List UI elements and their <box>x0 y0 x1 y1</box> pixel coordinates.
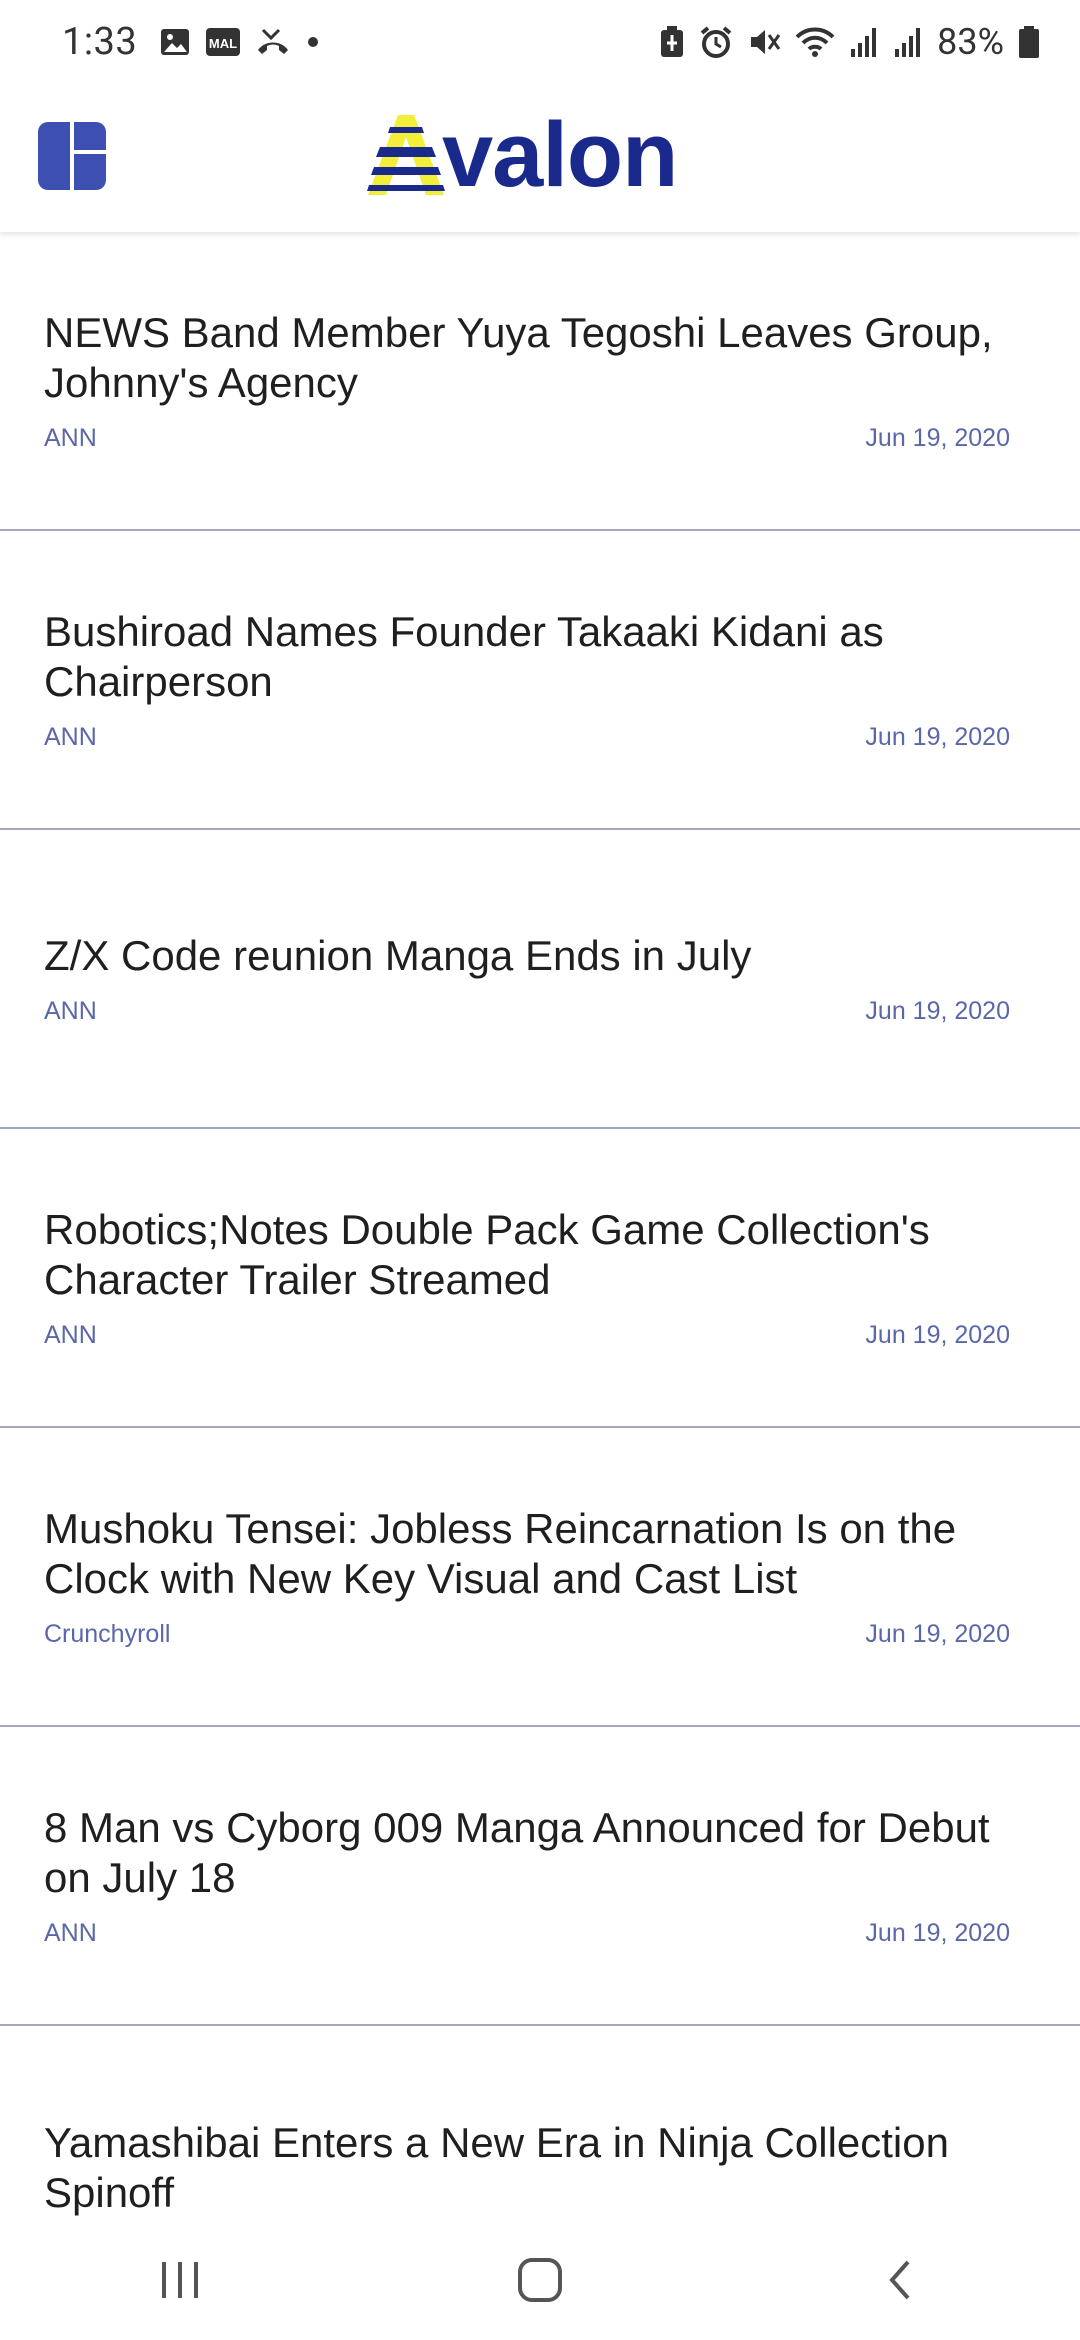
news-source: ANN <box>44 997 97 1025</box>
recents-button[interactable] <box>120 2230 240 2330</box>
system-nav-bar <box>0 2220 1080 2340</box>
news-meta: ANN Jun 19, 2020 <box>44 1919 1010 1948</box>
news-date: Jun 19, 2020 <box>865 723 1010 751</box>
news-item[interactable]: 8 Man vs Cyborg 009 Manga Announced for … <box>0 1727 1080 2026</box>
news-source: ANN <box>44 723 97 751</box>
news-meta: Crunchyroll Jun 19, 2020 <box>44 1620 1010 1649</box>
news-source: Crunchyroll <box>44 1620 171 1648</box>
news-meta: ANN Jun 19, 2020 <box>44 1321 1010 1350</box>
app-header: valon <box>0 84 1080 232</box>
app-logo: valon <box>366 106 716 204</box>
dot-icon <box>305 34 321 50</box>
news-item[interactable]: Robotics;Notes Double Pack Game Collecti… <box>0 1129 1080 1428</box>
image-icon <box>159 26 191 58</box>
signal-icon <box>893 25 923 59</box>
battery-percent: 83% <box>937 21 1004 63</box>
back-icon <box>889 2260 910 2300</box>
news-meta: ANN Jun 19, 2020 <box>44 997 1010 1026</box>
recents-icon <box>162 2262 198 2298</box>
battery-icon <box>1018 25 1040 59</box>
status-time: 1:33 <box>62 20 138 64</box>
dashboard-menu-button[interactable] <box>38 122 106 190</box>
mute-icon <box>747 25 781 59</box>
status-left: 1:33 MAL <box>62 20 321 64</box>
news-meta: ANN Jun 19, 2020 <box>44 723 1010 752</box>
news-meta: ANN Jun 19, 2020 <box>44 424 1010 453</box>
news-feed[interactable]: NEWS Band Member Yuya Tegoshi Leaves Gro… <box>0 232 1080 2220</box>
status-bar: 1:33 MAL 83% <box>0 0 1080 84</box>
news-date: Jun 19, 2020 <box>865 1919 1010 1947</box>
home-button[interactable] <box>480 2230 600 2330</box>
news-item[interactable]: NEWS Band Member Yuya Tegoshi Leaves Gro… <box>0 232 1080 531</box>
alarm-icon <box>699 25 733 59</box>
signal-icon <box>849 25 879 59</box>
news-item[interactable]: Bushiroad Names Founder Takaaki Kidani a… <box>0 531 1080 830</box>
news-date: Jun 19, 2020 <box>865 997 1010 1025</box>
home-icon <box>518 2258 562 2302</box>
news-date: Jun 19, 2020 <box>865 1620 1010 1648</box>
mal-icon: MAL <box>205 26 241 58</box>
news-title: Bushiroad Names Founder Takaaki Kidani a… <box>44 608 884 705</box>
news-title: Mushoku Tensei: Jobless Reincarnation Is… <box>44 1505 957 1602</box>
logo-text: valon <box>442 104 678 206</box>
svg-text:MAL: MAL <box>209 36 237 51</box>
news-date: Jun 19, 2020 <box>865 424 1010 452</box>
news-source: ANN <box>44 1919 97 1947</box>
dashboard-icon <box>38 122 106 190</box>
news-title: Robotics;Notes Double Pack Game Collecti… <box>44 1206 930 1303</box>
news-source: ANN <box>44 424 97 452</box>
news-item[interactable]: Mushoku Tensei: Jobless Reincarnation Is… <box>0 1428 1080 1727</box>
battery-saver-icon <box>659 25 685 59</box>
wifi-icon <box>795 25 835 59</box>
logo-a-icon <box>367 115 445 195</box>
news-date: Jun 19, 2020 <box>865 1321 1010 1349</box>
back-button[interactable] <box>840 2230 960 2330</box>
news-item[interactable]: Z/X Code reunion Manga Ends in July ANN … <box>0 830 1080 1129</box>
news-item[interactable]: Yamashibai Enters a New Era in Ninja Col… <box>0 2026 1080 2220</box>
missed-call-icon <box>255 26 291 58</box>
status-right: 83% <box>659 21 1040 63</box>
news-title: NEWS Band Member Yuya Tegoshi Leaves Gro… <box>44 309 993 406</box>
news-title: 8 Man vs Cyborg 009 Manga Announced for … <box>44 1804 990 1901</box>
news-title: Yamashibai Enters a New Era in Ninja Col… <box>44 2118 949 2216</box>
news-title: Z/X Code reunion Manga Ends in July <box>44 932 752 979</box>
news-source: ANN <box>44 1321 97 1349</box>
